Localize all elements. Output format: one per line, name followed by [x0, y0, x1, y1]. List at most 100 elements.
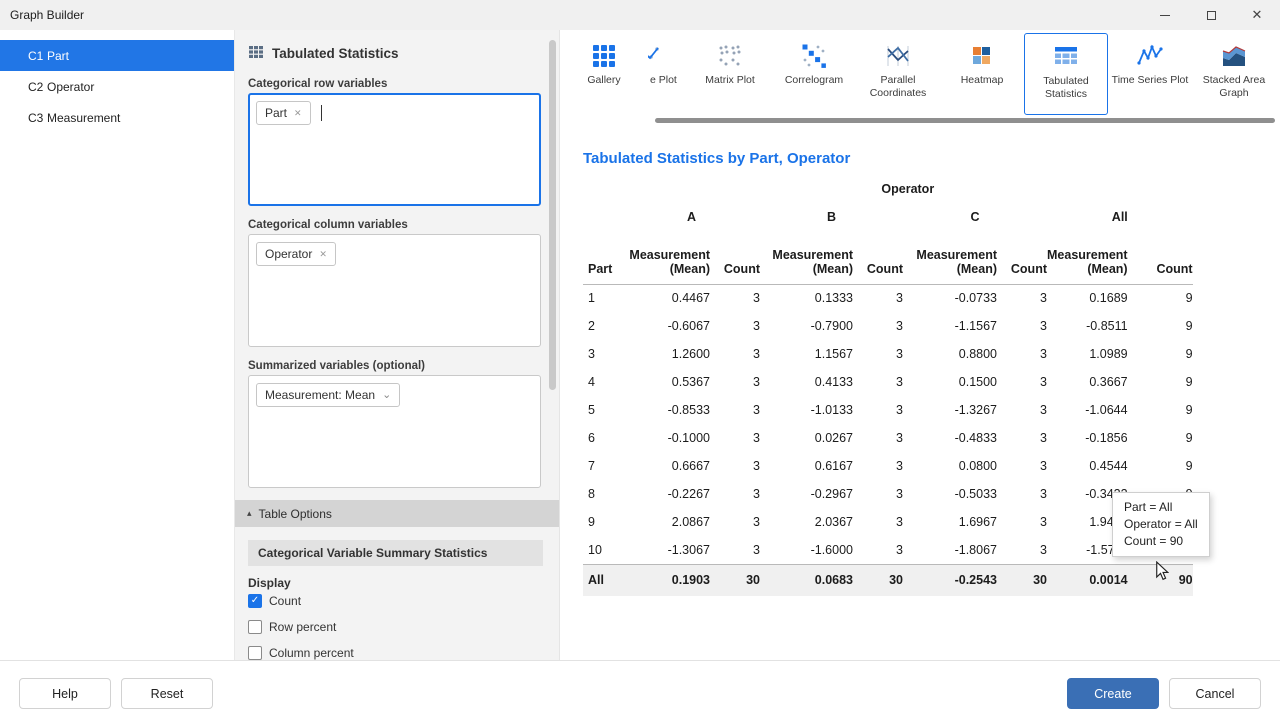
checked-checkbox-icon[interactable]: ✓: [248, 594, 262, 608]
column-name: Part: [47, 49, 69, 63]
value-cell: 9: [1128, 312, 1193, 340]
gallery-item-parallel-coordinates[interactable]: Parallel Coordinates: [856, 33, 940, 115]
correlogram-icon: [801, 43, 827, 69]
scrollbar-thumb[interactable]: [549, 40, 556, 390]
value-cell: 0.0800: [903, 452, 997, 480]
sidebar-item-part[interactable]: C1Part: [0, 40, 234, 71]
window-controls: ✕: [1142, 0, 1280, 30]
checkbox-row-percent[interactable]: Row percent: [248, 619, 541, 635]
value-cell: 1.2600: [623, 340, 710, 368]
close-button[interactable]: ✕: [1234, 0, 1280, 30]
value-cell: 30: [853, 564, 903, 596]
value-cell: 3: [853, 312, 903, 340]
maximize-button[interactable]: [1188, 0, 1234, 30]
gallery-item-tabulated-statistics[interactable]: Tabulated Statistics: [1024, 33, 1108, 115]
value-cell: -0.6067: [623, 312, 710, 340]
sum-variables-dropzone[interactable]: Measurement: Mean ⌄: [248, 375, 541, 488]
value-cell: 3: [997, 312, 1047, 340]
mean-column-header: Measurement(Mean): [1047, 232, 1128, 284]
col-variables-dropzone[interactable]: Operator✕: [248, 234, 541, 347]
create-button[interactable]: Create: [1067, 678, 1159, 709]
sidebar-item-measurement[interactable]: C3Measurement: [0, 102, 234, 133]
value-cell: 3: [710, 424, 760, 452]
column-id: C2: [0, 80, 47, 94]
row-variables-label: Categorical row variables: [248, 78, 541, 91]
checkbox-column-percent[interactable]: Column percent: [248, 645, 541, 660]
part-cell: 2: [583, 312, 623, 340]
value-cell: 3: [853, 452, 903, 480]
value-cell: -1.6000: [760, 536, 853, 564]
value-cell: 3: [997, 340, 1047, 368]
part-cell: 9: [583, 508, 623, 536]
checkbox-count[interactable]: ✓ Count: [248, 593, 541, 609]
value-cell: 0.0683: [760, 564, 853, 596]
table-row: 31.260031.156730.880031.09899: [583, 340, 1193, 368]
gallery-scrollbar[interactable]: [655, 118, 1275, 123]
value-cell: 3: [853, 284, 903, 312]
unchecked-checkbox-icon[interactable]: [248, 646, 262, 660]
part-cell: 6: [583, 424, 623, 452]
gallery-item-matrix-plot[interactable]: Matrix Plot: [688, 33, 772, 115]
gallery-item-gallery[interactable]: Gallery: [560, 30, 648, 122]
tooltip: Part = AllOperator = AllCount = 90: [1112, 492, 1210, 557]
cancel-button[interactable]: Cancel: [1169, 678, 1261, 709]
variable-chip-operator[interactable]: Operator✕: [256, 242, 336, 266]
value-cell: 0.0014: [1047, 564, 1128, 596]
value-cell: 3: [997, 508, 1047, 536]
panel-scrollbar[interactable]: [549, 38, 556, 652]
checkbox-label: Count: [269, 594, 301, 608]
stacked-area-graph-icon: [1221, 43, 1247, 69]
count-column-header: Count: [997, 232, 1047, 284]
value-cell: 0.1500: [903, 368, 997, 396]
help-button[interactable]: Help: [19, 678, 111, 709]
group-header-c: C: [903, 202, 1047, 232]
unchecked-checkbox-icon[interactable]: [248, 620, 262, 634]
mean-column-header: Measurement(Mean): [903, 232, 997, 284]
results-area: Gallerye PlotMatrix PlotCorrelogramParal…: [560, 30, 1280, 660]
table-row: 2-0.60673-0.79003-1.15673-0.85119: [583, 312, 1193, 340]
gallery-item-label: Correlogram: [772, 74, 856, 87]
chip-remove-icon[interactable]: ✕: [319, 249, 327, 260]
summary-stats-header: Categorical Variable Summary Statistics: [248, 540, 543, 566]
part-cell: 10: [583, 536, 623, 564]
corner-cell: [583, 202, 623, 232]
value-cell: 0.0267: [760, 424, 853, 452]
panel-header: Tabulated Statistics: [248, 44, 541, 62]
table-options-label: Table Options: [259, 507, 332, 521]
tabulated-statistics-table: OperatorABCAllPartMeasurement(Mean)Count…: [583, 176, 1193, 596]
value-cell: 3: [710, 284, 760, 312]
close-icon: ✕: [1252, 7, 1263, 23]
value-cell: -0.2543: [903, 564, 997, 596]
sidebar-item-operator[interactable]: C2Operator: [0, 71, 234, 102]
minimize-button[interactable]: [1142, 0, 1188, 30]
reset-button[interactable]: Reset: [121, 678, 213, 709]
row-variables-dropzone[interactable]: Part✕: [248, 93, 541, 206]
collapse-icon: ▴: [247, 508, 252, 519]
gallery-item-stacked-area-graph[interactable]: Stacked Area Graph: [1192, 33, 1276, 115]
value-cell: 3: [997, 284, 1047, 312]
value-cell: 9: [1128, 424, 1193, 452]
value-cell: -0.2267: [623, 480, 710, 508]
gallery-item-heatmap[interactable]: Heatmap: [940, 33, 1024, 115]
table-options-header[interactable]: ▴ Table Options: [235, 500, 559, 527]
part-cell: 7: [583, 452, 623, 480]
value-cell: -0.5033: [903, 480, 997, 508]
variable-chip-part[interactable]: Part✕: [256, 101, 311, 125]
value-cell: 30: [710, 564, 760, 596]
variable-chip-measurement-mean[interactable]: Measurement: Mean ⌄: [256, 383, 400, 407]
count-column-header: Count: [1128, 232, 1193, 284]
table-row: 92.086732.036731.696731.94009: [583, 508, 1193, 536]
value-cell: 9: [1128, 340, 1193, 368]
chip-label: Measurement: Mean: [265, 388, 375, 402]
chevron-down-icon[interactable]: ⌄: [382, 392, 391, 398]
gallery-item-time-series-plot[interactable]: Time Series Plot: [1108, 33, 1192, 115]
value-cell: 1.6967: [903, 508, 997, 536]
column-name: Measurement: [47, 111, 120, 125]
value-cell: -0.7900: [760, 312, 853, 340]
value-cell: 0.4467: [623, 284, 710, 312]
value-cell: 3: [710, 312, 760, 340]
chip-remove-icon[interactable]: ✕: [294, 108, 302, 119]
value-cell: 0.4544: [1047, 452, 1128, 480]
gallery-item-e-plot[interactable]: e Plot: [648, 33, 688, 115]
gallery-item-correlogram[interactable]: Correlogram: [772, 33, 856, 115]
